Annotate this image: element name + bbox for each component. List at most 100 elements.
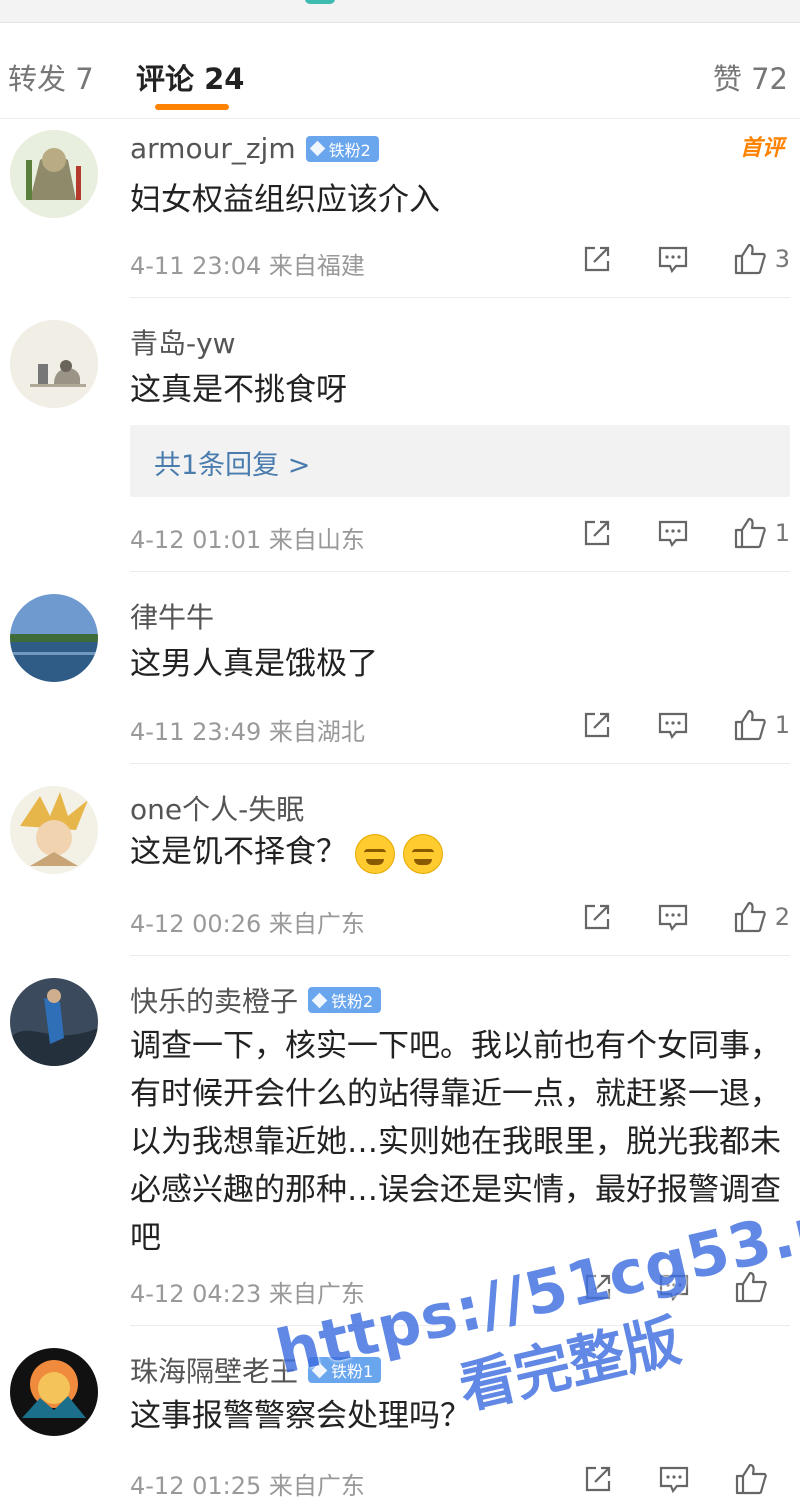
divider xyxy=(130,297,790,298)
username-row: one个人-失眠 xyxy=(130,788,304,828)
comment-item: one个人-失眠 这是饥不择食？ 4-12 00:26 来自广东 2 xyxy=(0,766,800,956)
comment-item: 快乐的卖橙子 铁粉2 调查一下，核实一下吧。我以前也有个女同事，有时候开会什么的… xyxy=(0,958,800,1326)
comment-meta: 4-11 23:49 来自湖北 xyxy=(130,712,365,747)
diamond-icon xyxy=(311,1362,328,1378)
share-icon[interactable] xyxy=(582,1271,614,1303)
fan-badge-label: 铁粉2 xyxy=(331,992,374,1011)
share-icon[interactable] xyxy=(581,517,613,549)
tab-comments[interactable]: 评论 24 xyxy=(136,56,244,98)
comment-text: 这真是不挑食呀 xyxy=(130,372,347,408)
username-row: armour_zjm 铁粉2 xyxy=(130,132,379,165)
like-button[interactable]: 1 xyxy=(733,516,790,550)
thumbs-up-icon xyxy=(734,901,766,933)
comment-time: 4-11 23:04 xyxy=(130,252,262,280)
thumbs-up-icon xyxy=(735,1463,767,1495)
divider xyxy=(130,1325,790,1326)
comment-item: 珠海隔壁老王 铁粉1 这事报警警察会处理吗？ 4-12 01:25 来自广东 xyxy=(0,1328,800,1506)
avatar[interactable] xyxy=(10,1348,98,1436)
view-replies-link[interactable]: 共1条回复 > xyxy=(154,443,310,482)
comment-actions xyxy=(582,1462,790,1496)
username-row: 珠海隔壁老王 铁粉1 xyxy=(130,1350,382,1390)
comment-location: 来自福建 xyxy=(268,252,365,280)
comment-item: armour_zjm 铁粉2 首评 妇女权益组织应该介入 4-11 23:04 … xyxy=(0,120,800,298)
comment-icon[interactable] xyxy=(657,901,689,933)
app-logo-fragment xyxy=(305,0,335,4)
comment-meta: 4-11 23:04 来自福建 xyxy=(130,246,365,281)
replies-box[interactable]: 共1条回复 > xyxy=(130,425,790,497)
comment-icon[interactable] xyxy=(657,709,689,741)
like-button[interactable] xyxy=(734,1270,790,1304)
like-button[interactable] xyxy=(734,1462,790,1496)
smile-sweat-emoji xyxy=(403,833,443,874)
like-count: 1 xyxy=(774,519,790,547)
comment-location: 来自广东 xyxy=(268,1280,365,1308)
comment-meta: 4-12 04:23 来自广东 xyxy=(130,1274,365,1309)
active-tab-indicator xyxy=(155,104,229,110)
comment-meta: 4-12 01:01 来自山东 xyxy=(130,520,365,555)
share-icon[interactable] xyxy=(582,1463,614,1495)
username[interactable]: 快乐的卖橙子 xyxy=(130,980,298,1020)
comment-time: 4-12 01:25 xyxy=(130,1472,262,1500)
username[interactable]: one个人-失眠 xyxy=(130,788,304,828)
thumbs-up-icon xyxy=(734,709,766,741)
avatar[interactable] xyxy=(10,594,98,682)
thumbs-up-icon xyxy=(735,1271,767,1303)
smile-sweat-emoji xyxy=(355,833,395,874)
comment-location: 来自山东 xyxy=(268,526,365,554)
comment-location: 来自广东 xyxy=(268,910,365,938)
avatar[interactable] xyxy=(10,786,98,874)
avatar[interactable] xyxy=(10,978,98,1066)
comment-text: 妇女权益组织应该介入 xyxy=(130,182,440,218)
comment-actions xyxy=(582,1270,790,1304)
comment-icon[interactable] xyxy=(657,517,689,549)
like-button[interactable]: 2 xyxy=(733,900,790,934)
share-icon[interactable] xyxy=(581,901,613,933)
diamond-icon xyxy=(311,992,328,1008)
like-button[interactable]: 1 xyxy=(733,708,790,742)
comment-text: 调查一下，核实一下吧。我以前也有个女同事，有时候开会什么的站得靠近一点，就赶紧一… xyxy=(130,1028,781,1256)
fan-badge: 铁粉2 xyxy=(308,987,382,1013)
comment-icon[interactable] xyxy=(658,1271,690,1303)
comment-actions: 3 xyxy=(581,242,790,276)
comment-location: 来自广东 xyxy=(268,1472,365,1500)
diamond-icon xyxy=(309,140,325,157)
tab-likes[interactable]: 赞 72 xyxy=(713,56,788,98)
comment-time: 4-12 04:23 xyxy=(130,1280,262,1308)
share-icon[interactable] xyxy=(581,709,613,741)
comment-text: 这是饥不择食？ xyxy=(130,828,795,876)
comment-icon[interactable] xyxy=(658,1463,690,1495)
comment-icon[interactable] xyxy=(657,243,689,275)
username[interactable]: 青岛-yw xyxy=(130,322,236,362)
like-count: 3 xyxy=(774,245,790,273)
comment-location: 来自湖北 xyxy=(268,718,365,746)
like-count: 2 xyxy=(774,903,790,931)
username-row: 青岛-yw xyxy=(130,322,236,362)
divider xyxy=(130,763,790,764)
fan-badge: 铁粉1 xyxy=(308,1357,382,1383)
first-comment-label: 首评 xyxy=(739,136,784,161)
comment-actions: 2 xyxy=(581,900,790,934)
username[interactable]: armour_zjm xyxy=(130,132,296,165)
like-button[interactable]: 3 xyxy=(733,242,790,276)
fan-badge-label: 铁粉2 xyxy=(328,140,371,160)
avatar[interactable] xyxy=(10,130,98,218)
divider xyxy=(130,955,790,956)
comment-item: 青岛-yw 这真是不挑食呀 共1条回复 > 4-12 01:01 来自山东 1 xyxy=(0,300,800,572)
comment-time: 4-11 23:49 xyxy=(130,718,262,746)
thumbs-up-icon xyxy=(734,243,766,275)
tab-reposts[interactable]: 转发 7 xyxy=(8,56,94,98)
like-count: 1 xyxy=(774,711,790,739)
comment-time: 4-12 00:26 xyxy=(130,910,262,938)
comment-text-content: 这是饥不择食？ xyxy=(130,834,347,870)
fan-badge-label: 铁粉1 xyxy=(331,1362,374,1381)
username[interactable]: 律牛牛 xyxy=(130,596,214,636)
divider xyxy=(130,571,790,572)
comment-meta: 4-12 01:25 来自广东 xyxy=(130,1466,365,1501)
comment-actions: 1 xyxy=(581,708,790,742)
fan-badge: 铁粉2 xyxy=(305,135,379,162)
share-icon[interactable] xyxy=(581,243,613,275)
comment-time: 4-12 01:01 xyxy=(130,526,262,554)
username[interactable]: 珠海隔壁老王 xyxy=(130,1350,298,1390)
comment-item: 律牛牛 这男人真是饿极了 4-11 23:49 来自湖北 1 xyxy=(0,574,800,764)
avatar[interactable] xyxy=(10,320,98,408)
